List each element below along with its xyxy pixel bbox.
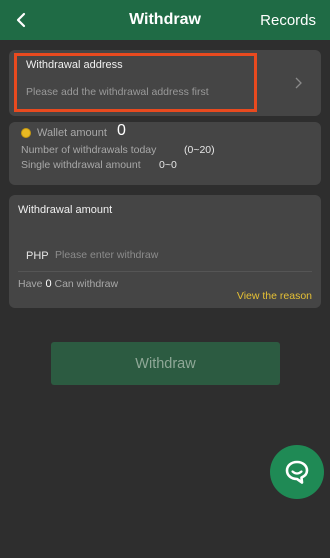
coin-icon <box>21 128 31 138</box>
withdrawal-address-placeholder: Please add the withdrawal address first <box>26 86 209 98</box>
available-amount-row: Have 0 Can withdraw <box>18 278 118 290</box>
wallet-amount-label: Wallet amount <box>37 127 107 139</box>
withdrawal-amount-title: Withdrawal amount <box>18 204 113 216</box>
withdrawal-count-label: Number of withdrawals today <box>21 144 157 156</box>
have-suffix: Can withdraw <box>54 278 119 290</box>
withdrawal-address-card[interactable]: Withdrawal address Please add the withdr… <box>9 50 321 116</box>
withdrawal-address-title: Withdrawal address <box>26 59 123 71</box>
withdraw-amount-input[interactable] <box>55 245 185 265</box>
records-button[interactable]: Records <box>260 12 316 29</box>
chat-bubble-icon <box>285 460 309 484</box>
divider <box>18 271 312 272</box>
header-bar: Withdraw Records <box>0 0 330 40</box>
chat-support-button[interactable] <box>270 445 324 499</box>
single-withdrawal-value: 0~0 <box>159 159 177 171</box>
withdraw-button[interactable]: Withdraw <box>51 342 280 385</box>
available-amount-value: 0 <box>45 278 52 290</box>
wallet-info-card: Wallet amount 0 Number of withdrawals to… <box>9 122 321 185</box>
currency-label: PHP <box>26 250 49 262</box>
have-prefix: Have <box>18 278 43 290</box>
wallet-amount-value: 0 <box>117 122 126 139</box>
chevron-right-icon <box>295 77 302 89</box>
view-reason-link[interactable]: View the reason <box>237 290 312 302</box>
withdrawal-amount-card: Withdrawal amount PHP Have 0 Can withdra… <box>9 195 321 308</box>
single-withdrawal-label: Single withdrawal amount <box>21 159 141 171</box>
withdrawal-count-value: (0~20) <box>184 144 215 156</box>
